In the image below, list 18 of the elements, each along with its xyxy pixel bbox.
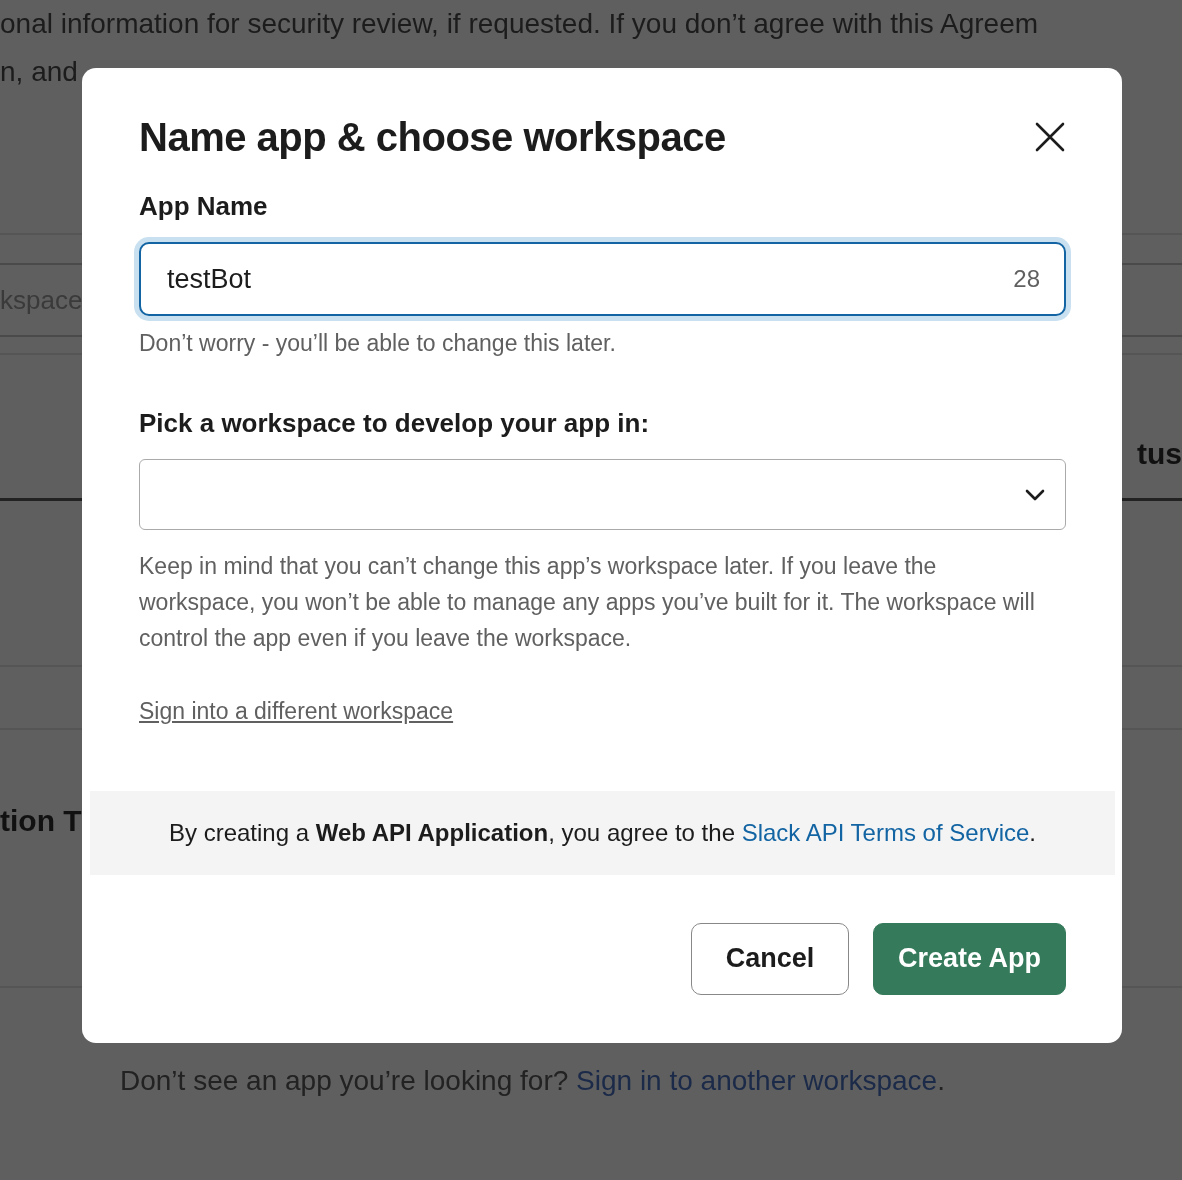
cancel-button[interactable]: Cancel <box>690 922 849 995</box>
terms-link[interactable]: Slack API Terms of Service <box>741 818 1030 846</box>
body-text: n, and <box>0 55 79 89</box>
character-counter: 28 <box>1013 264 1040 294</box>
field-hint: Don’t worry - you’ll be able to change this later. <box>139 329 617 358</box>
help-text: Don’t see an app you’re looking for? Sign in to another workspace. <box>120 1065 945 1096</box>
create-button[interactable]: Create App <box>872 922 1066 995</box>
dialog-title: Name app & choose workspace <box>139 114 726 161</box>
close-icon <box>1035 122 1065 152</box>
field-label: Pick a workspace to develop your app in: <box>139 407 651 440</box>
section-heading: tion T <box>0 804 82 837</box>
terms-text: By creating a Web API Application, you agree to the Slack API Terms of Service. <box>169 818 1036 846</box>
chevron-down-icon <box>1025 488 1045 501</box>
workspace-note: Keep in mind that you can’t change this app’s workspace later. If you leave the workspace, you won’t be able to manage any apps you’ve built for it. The workspace will control the app even if you leave the workspace. <box>139 552 1036 653</box>
sign-in-link[interactable]: Sign into a different workspace <box>139 698 454 724</box>
field-label: App Name <box>139 190 269 223</box>
body-text: onal information for security review, if requested. If you don’t agree with this Agreem <box>0 7 1040 41</box>
column-heading: tus <box>1137 436 1182 472</box>
